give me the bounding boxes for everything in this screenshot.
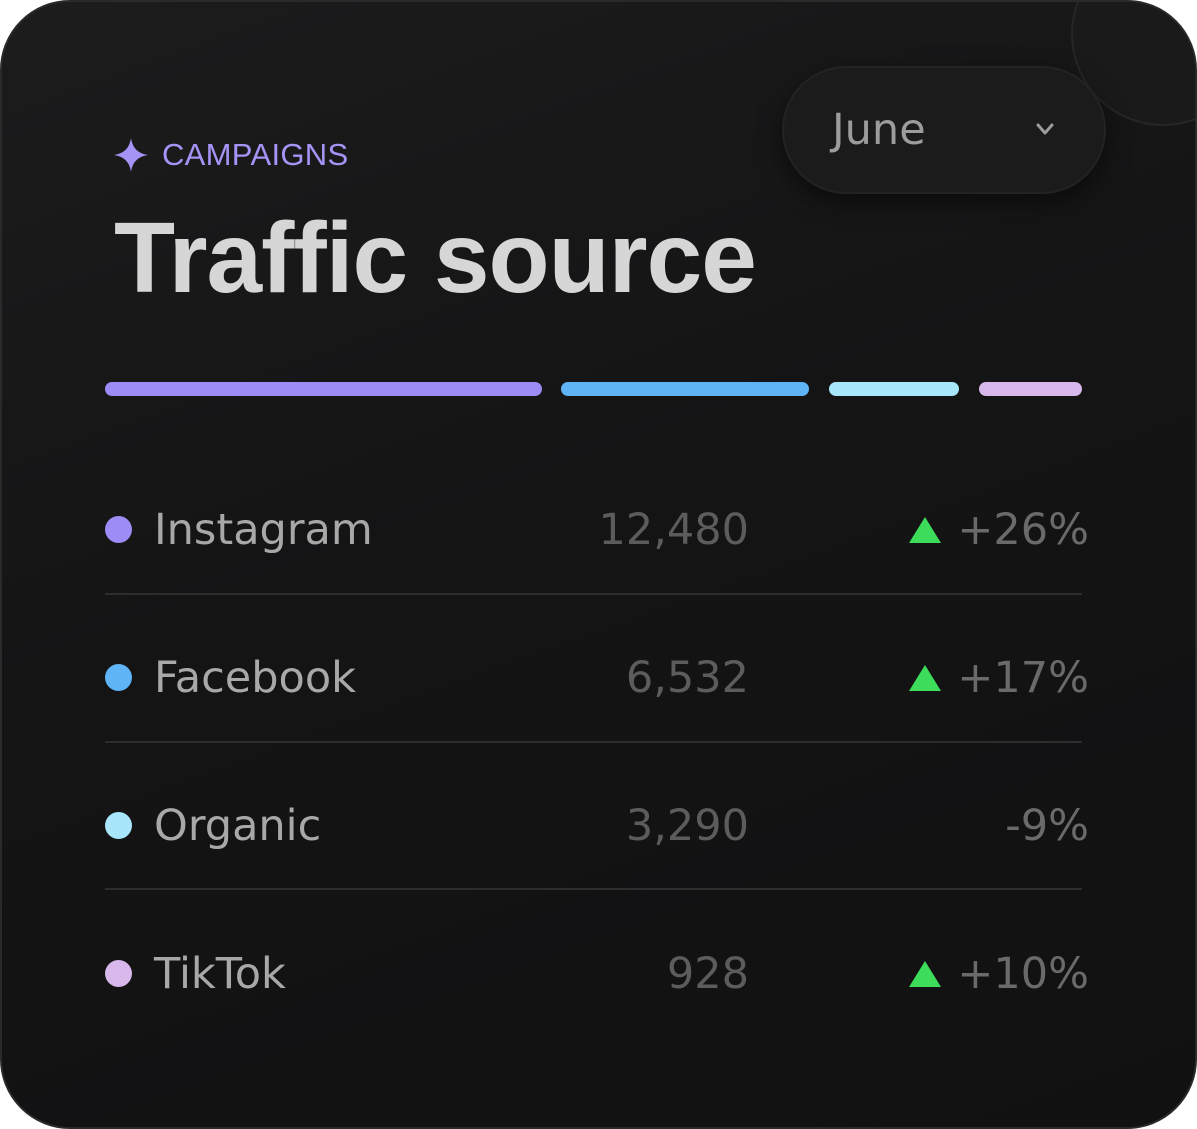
source-row[interactable]: Organic 3,290 -9%	[2, 796, 1195, 856]
source-row[interactable]: Instagram 12,480 +26%	[2, 500, 1195, 560]
row-divider	[105, 741, 1082, 743]
distribution-bar-tiktok	[979, 382, 1082, 396]
month-dropdown[interactable]: June	[782, 66, 1106, 194]
source-name: Facebook	[154, 653, 357, 703]
change-value: +17%	[957, 653, 1089, 703]
eyebrow: CAMPAIGNS	[112, 136, 348, 174]
chevron-down-icon	[1036, 123, 1054, 135]
row-divider	[105, 888, 1082, 890]
legend-dot	[105, 960, 132, 987]
change-value: +26%	[957, 505, 1089, 555]
legend-dot	[105, 664, 132, 691]
source-change: +17%	[907, 652, 1089, 704]
distribution-bar-organic	[829, 382, 959, 396]
source-name: TikTok	[154, 949, 286, 999]
change-value: +10%	[957, 949, 1089, 999]
legend-dot	[105, 516, 132, 543]
distribution-bar-instagram	[105, 382, 542, 396]
trend-up-icon	[909, 517, 942, 543]
source-value: 12,480	[598, 505, 749, 555]
source-value: 6,532	[625, 653, 749, 703]
source-row[interactable]: Facebook 6,532 +17%	[2, 648, 1195, 708]
source-value: 928	[666, 949, 749, 999]
trend-up-icon	[909, 665, 942, 691]
source-value: 3,290	[625, 801, 749, 851]
source-change: -9%	[1005, 800, 1089, 852]
row-divider	[105, 593, 1082, 595]
legend-dot	[105, 812, 132, 839]
traffic-source-card: June CAMPAIGNS Traffic source Instagram …	[0, 0, 1197, 1129]
source-row[interactable]: TikTok 928 +10%	[2, 944, 1195, 1004]
card-title: Traffic source	[114, 202, 757, 314]
source-change: +10%	[907, 948, 1089, 1000]
sparkle-icon	[114, 138, 148, 172]
source-name: Organic	[154, 801, 322, 851]
month-dropdown-value: June	[832, 105, 926, 155]
source-change: +26%	[907, 504, 1089, 556]
eyebrow-label: CAMPAIGNS	[162, 137, 349, 172]
trend-up-icon	[909, 961, 942, 987]
distribution-bar-facebook	[561, 382, 809, 396]
change-value: -9%	[1005, 801, 1089, 851]
source-name: Instagram	[154, 505, 373, 555]
